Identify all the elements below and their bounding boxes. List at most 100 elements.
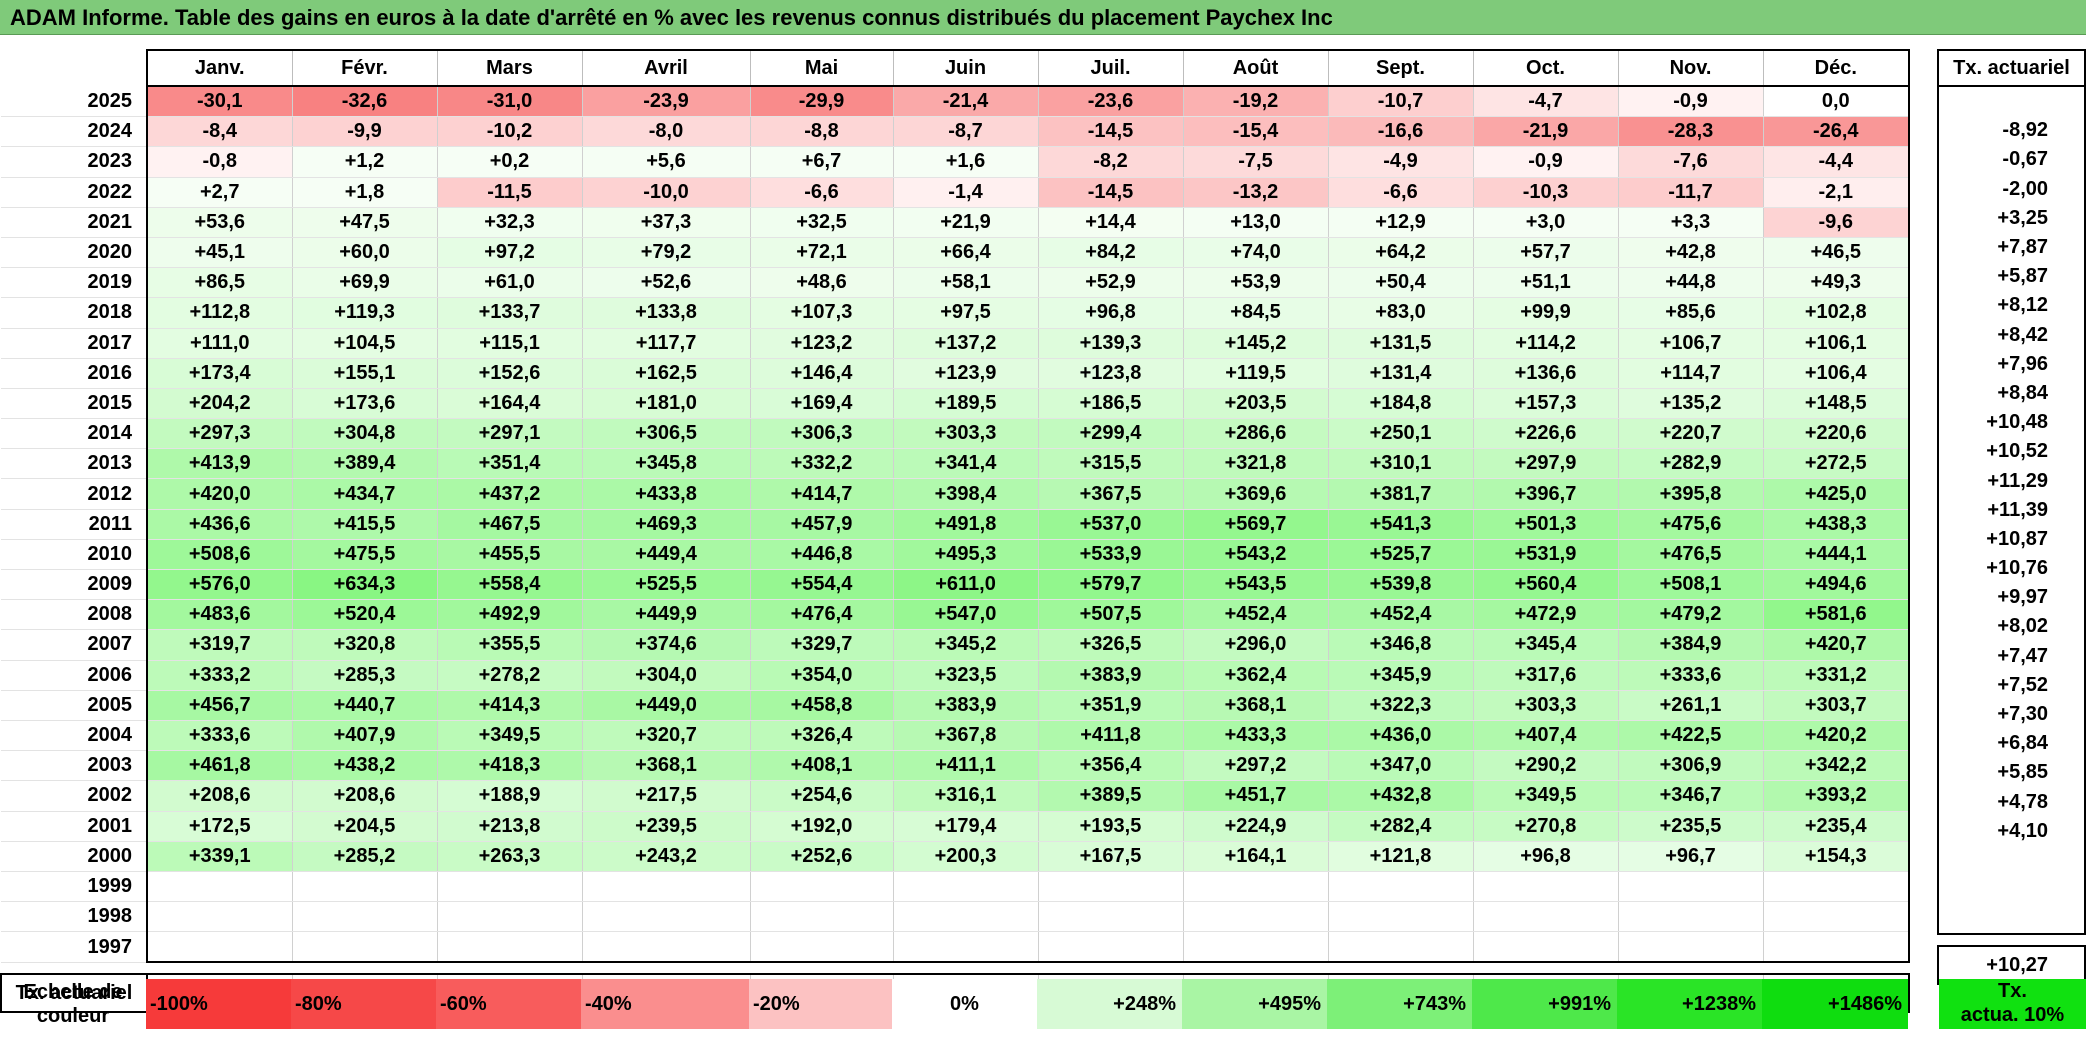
table-row [1937,845,2086,876]
year-label: 1999 [1,871,147,903]
tx-actuariel-cell: +11,29 [1937,466,2086,496]
gain-cell: +483,6 [146,599,292,631]
gain-cell: +286,6 [1182,418,1328,450]
gain-cell: +123,8 [1037,358,1183,389]
table-row: +7,52 [1937,670,2086,700]
gain-cell: +333,6 [1617,660,1763,691]
gain-cell [1037,931,1183,964]
gain-cell: -14,5 [1037,116,1183,148]
table-row: +5,87 [1937,262,2086,292]
tx-actuariel-cell: +8,12 [1937,291,2086,321]
tx-actua-scale-line1: Tx. [1998,980,2027,1002]
spacer-cell [1763,962,1909,974]
tx-actuariel-cell: +7,96 [1937,349,2086,379]
gain-cell: +396,7 [1472,478,1618,510]
gain-cell: -8,0 [581,116,750,148]
gain-cell: -8,2 [1037,146,1183,178]
gain-cell: +12,9 [1327,207,1473,238]
gain-cell: +408,1 [749,750,893,782]
color-scale-label: Echelle de couleur [0,979,146,1029]
gain-cell: +85,6 [1617,297,1763,329]
gain-cell: +367,5 [1037,478,1183,510]
gain-cell: +304,8 [291,418,437,450]
spacer-cell [1,962,147,974]
gain-cell: +437,2 [436,478,582,510]
gain-cell: +398,4 [892,478,1038,510]
gain-cell: +44,8 [1617,267,1763,299]
table-row: 2000 +339,1 +285,2 +263,3 +243,2 +252,6 +200,3… [1,841,1910,872]
gain-cell: +547,0 [892,599,1038,631]
table-row: +8,84 [1937,378,2086,409]
gain-cell: +576,0 [146,569,292,601]
gain-cell: +381,7 [1327,478,1473,510]
gain-cell [291,901,437,933]
month-header: Mai [749,49,893,87]
gain-cell: +282,9 [1617,448,1763,480]
gain-cell: +114,7 [1617,358,1763,389]
gain-cell: +411,1 [892,750,1038,782]
gain-cell: +86,5 [146,267,292,299]
gain-cell: +37,3 [581,207,750,238]
spacer-cell [893,962,1038,974]
gain-cell: +319,7 [146,629,292,661]
table-row: 2005 +456,7 +440,7 +414,3 +449,0 +458,8 +383,9… [1,690,1910,721]
gain-cell: +543,5 [1182,569,1328,601]
gain-cell: +440,7 [291,690,437,721]
table-row: +10,52 [1937,437,2086,467]
color-scale-swatch: +743% [1327,979,1472,1029]
month-header: Janv. [146,49,292,87]
spacer-cell [292,962,437,974]
gain-cell [1037,871,1183,903]
year-label: 2000 [1,841,147,872]
gain-cell: +235,4 [1762,811,1910,842]
gain-cell: +1,8 [291,177,437,208]
gain-cell: -21,4 [892,86,1038,118]
gain-cell: +436,0 [1327,720,1473,752]
gain-cell: +326,4 [749,720,893,752]
month-header: Mars [436,49,582,87]
gain-cell: +135,2 [1617,388,1763,420]
gain-cell: +146,4 [749,358,893,389]
gain-cell: +6,7 [749,146,893,178]
gain-cell: +452,4 [1327,599,1473,631]
gain-cell: +449,0 [581,690,750,721]
gain-cell: +152,6 [436,358,582,389]
gain-cell [1327,901,1473,933]
year-label: 2012 [1,478,147,510]
gain-cell: +303,3 [1472,690,1618,721]
gain-cell: +106,1 [1762,328,1910,359]
month-header: Août [1182,49,1328,87]
year-label: 2022 [1,177,147,208]
gain-cell: +188,9 [436,780,582,812]
gain-cell: +560,4 [1472,569,1618,601]
gain-cell: +45,1 [146,237,292,269]
gain-cell: +48,6 [749,267,893,299]
color-scale-swatch: -40% [581,979,749,1029]
gain-cell: +329,7 [749,629,893,661]
table-row: 2007 +319,7 +320,8 +355,5 +374,6 +329,7 +345,2… [1,629,1910,661]
gain-cell [581,871,750,903]
year-label: 2011 [1,509,147,540]
gain-cell: +554,4 [749,569,893,601]
table-row: +9,97 [1937,583,2086,613]
gain-cell: +425,0 [1762,478,1910,510]
gain-cell: +533,9 [1037,539,1183,571]
spacer-cell [1938,934,2085,946]
tx-actuariel-cell: +10,52 [1937,437,2086,467]
month-header: Avril [581,49,750,87]
table-row: 2019 +86,5 +69,9 +61,0 +52,6 +48,6 +58,1 +52,9 +… [1,267,1910,299]
color-scale-swatch: +991% [1472,979,1617,1029]
gain-cell: +383,9 [1037,660,1183,691]
gain-cell: -10,3 [1472,177,1618,208]
gain-cell: +422,5 [1617,720,1763,752]
tx-actua-scale-line2: actua. 10% [1960,1004,2065,1026]
gain-cell: -10,0 [581,177,750,208]
gain-cell: +145,2 [1182,328,1328,359]
month-header-row: Janv. Févr. Mars Avril Mai Juin Juil. Ao… [1,49,1910,87]
gain-cell: +367,8 [892,720,1038,752]
gain-cell: +491,8 [892,509,1038,540]
gain-cell: +74,0 [1182,237,1328,269]
gain-cell: +3,3 [1617,207,1763,238]
year-label: 2020 [1,237,147,269]
gain-cell: +369,6 [1182,478,1328,510]
